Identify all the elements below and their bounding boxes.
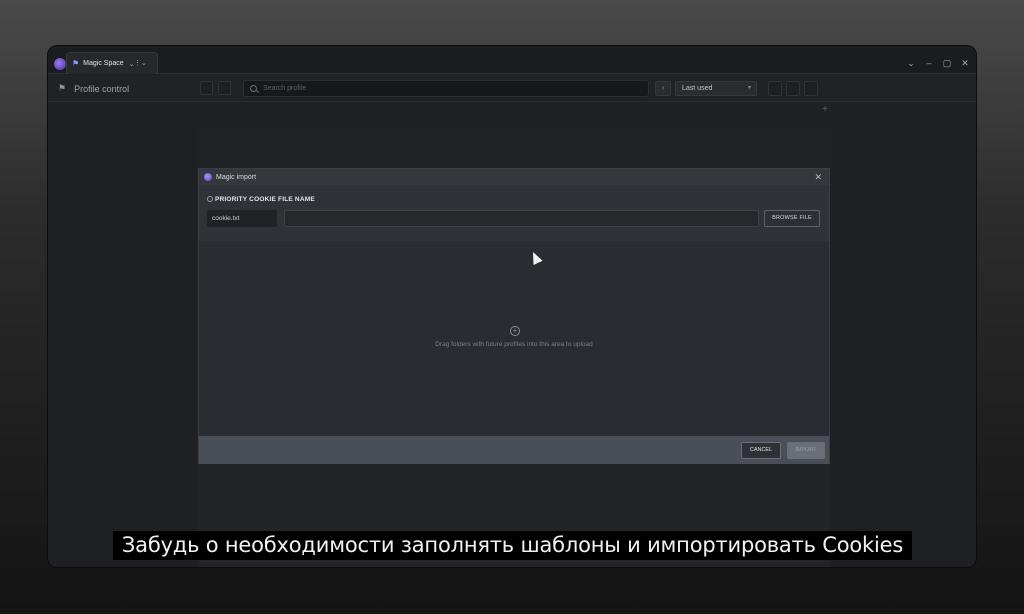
search-input[interactable]: Search profile [243,80,649,97]
info-icon [207,196,213,202]
maximize-icon[interactable]: ▢ [942,58,952,69]
cookie-label-text: PRIORITY COOKIE FILE NAME [215,196,315,203]
window-controls: ⌄ – ▢ ✕ [906,58,970,69]
add-profile-icon[interactable]: + [822,104,828,115]
toolbar-button-1[interactable] [768,81,782,96]
magic-import-logo-icon [204,173,212,181]
nav-back-button[interactable] [200,81,213,95]
search-placeholder: Search profile [263,85,307,92]
sort-direction-button[interactable]: ‹ [655,81,671,96]
close-icon[interactable]: ✕ [814,172,822,183]
browse-file-button[interactable]: BROWSE FILE [764,210,820,227]
cookie-section: PRIORITY COOKIE FILE NAME cookie.txt BRO… [199,185,829,241]
flag-icon: ⚑ [58,83,67,93]
flag-icon: ⚑ [72,59,80,68]
app-window: ⚑ Magic Space ⌄ ⋮⌄ ⌄ – ▢ ✕ ⚑ Profile con… [47,45,977,568]
sort-select[interactable]: Last used ▾ [675,81,757,96]
dialog-header: Magic import ✕ [199,169,829,185]
nav-forward-button[interactable] [218,81,231,95]
toolbar-button-3[interactable] [804,81,818,96]
tab-extra-dropdown-icon[interactable]: ⋮⌄ [134,59,147,67]
page-title-label: Profile control [74,83,130,94]
title-bar: ⚑ Magic Space ⌄ ⋮⌄ ⌄ – ▢ ✕ [48,46,976,74]
drop-zone[interactable]: + Drag folders with future profiles into… [199,241,829,436]
cookie-label: PRIORITY COOKIE FILE NAME [207,196,315,203]
import-button[interactable]: IMPORT [787,442,825,459]
app-logo-icon [54,58,66,70]
content-panel-top [197,128,830,168]
search-icon [250,85,257,92]
tab-label: Magic Space [83,60,124,67]
add-circle-icon: + [510,326,520,336]
page-title: ⚑ Profile control [58,83,129,94]
sort-select-value: Last used [682,85,713,92]
close-icon[interactable]: ✕ [960,58,970,69]
dialog-title: Magic import [216,173,257,181]
minimize-icon[interactable]: – [924,58,934,69]
cancel-button[interactable]: CANCEL [741,442,781,459]
video-subtitle: Забудь о необходимости заполнять шаблоны… [113,531,912,560]
cookie-file-name-field[interactable]: cookie.txt [207,210,277,227]
drop-zone-hint: Drag folders with future profiles into t… [435,341,593,348]
chevron-down-icon: ▾ [747,85,751,91]
dialog-footer: CANCEL IMPORT [199,436,829,464]
cookie-path-field[interactable] [284,210,759,227]
magic-import-dialog: Magic import ✕ PRIORITY COOKIE FILE NAME… [198,168,830,464]
toolbar: ⚑ Profile control Search profile ‹ Last … [48,75,976,102]
toolbar-button-2[interactable] [786,81,800,96]
collapse-icon[interactable]: ⌄ [906,58,916,69]
